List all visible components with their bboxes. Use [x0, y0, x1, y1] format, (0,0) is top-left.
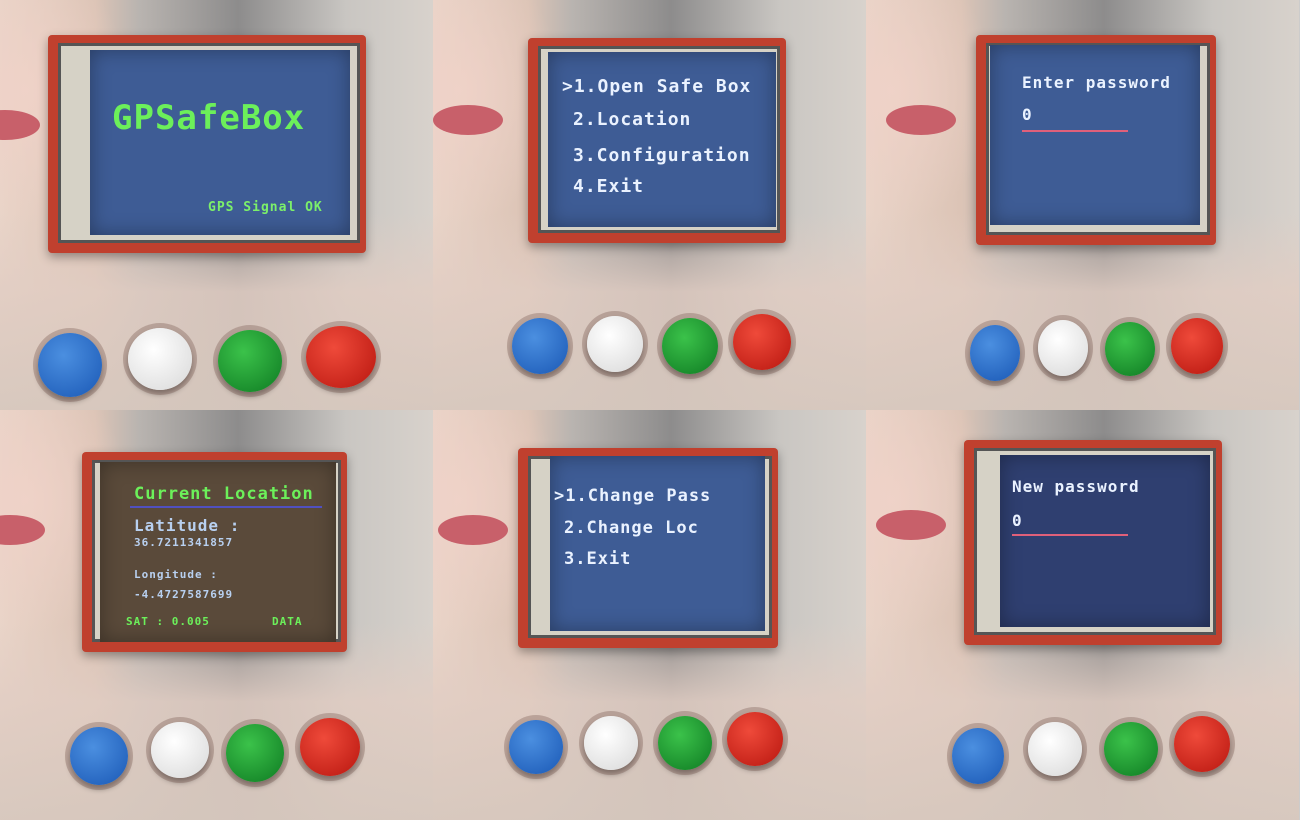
red-button[interactable] — [727, 712, 783, 766]
data-indicator: DATA — [272, 615, 303, 628]
lcd-screen: >1.Change Pass 2.Change Loc 3.Exit — [550, 456, 765, 631]
menu-item-location[interactable]: 2.Location — [573, 109, 691, 130]
photo-panel-config-menu: >1.Change Pass 2.Change Loc 3.Exit — [433, 410, 866, 820]
photo-panel-splash: GPSafeBox GPS Signal OK — [0, 0, 433, 410]
blue-button[interactable] — [38, 333, 102, 397]
green-button[interactable] — [1104, 722, 1158, 776]
white-button[interactable] — [587, 316, 643, 372]
photo-panel-main-menu: >1.Open Safe Box 2.Location 3.Configurat… — [433, 0, 866, 410]
red-button[interactable] — [1174, 716, 1230, 772]
photo-panel-current-location: Current Location Latitude : 36.721134185… — [0, 410, 433, 820]
password-input[interactable]: 0 — [1022, 105, 1033, 124]
menu-item-change-loc[interactable]: 2.Change Loc — [564, 518, 699, 538]
longitude-label: Longitude : — [134, 568, 218, 581]
menu-item-open-safe-box[interactable]: >1.Open Safe Box — [562, 76, 751, 97]
latitude-label: Latitude : — [134, 516, 241, 535]
latitude-value: 36.7211341857 — [134, 536, 234, 549]
menu-item-change-pass[interactable]: >1.Change Pass — [554, 486, 711, 506]
photo-panel-enter-password: Enter password 0 — [866, 0, 1299, 410]
green-button[interactable] — [658, 716, 712, 770]
white-button[interactable] — [1028, 722, 1082, 776]
white-button[interactable] — [151, 722, 209, 778]
lcd-screen: New password 0 — [1000, 455, 1210, 627]
blue-button[interactable] — [509, 720, 563, 774]
lcd-screen: Current Location Latitude : 36.721134185… — [100, 462, 336, 642]
white-button[interactable] — [584, 716, 638, 770]
green-button[interactable] — [218, 330, 282, 392]
lips — [0, 515, 45, 545]
blue-button[interactable] — [512, 318, 568, 374]
lips — [876, 510, 946, 540]
lcd-screen: Enter password 0 — [990, 45, 1200, 225]
red-button[interactable] — [733, 314, 791, 370]
lips — [438, 515, 508, 545]
photo-panel-new-password: New password 0 — [866, 410, 1299, 820]
longitude-value: -4.4727587699 — [134, 588, 234, 601]
lips — [433, 105, 503, 135]
lcd-screen: >1.Open Safe Box 2.Location 3.Configurat… — [548, 52, 776, 227]
input-underline — [1022, 130, 1128, 132]
new-password-prompt: New password — [1012, 477, 1140, 496]
blue-button[interactable] — [970, 325, 1020, 381]
new-password-input[interactable]: 0 — [1012, 511, 1023, 530]
lips — [0, 110, 40, 140]
blue-button[interactable] — [952, 728, 1004, 784]
menu-item-exit[interactable]: 4.Exit — [573, 176, 644, 197]
splash-title: GPSafeBox — [112, 98, 306, 138]
menu-item-configuration[interactable]: 3.Configuration — [573, 145, 751, 166]
satellite-readout: SAT : 0.005 — [126, 615, 210, 628]
menu-item-exit[interactable]: 3.Exit — [564, 549, 631, 569]
red-button[interactable] — [300, 718, 360, 776]
red-button[interactable] — [1171, 318, 1223, 374]
white-button[interactable] — [128, 328, 192, 390]
location-title: Current Location — [134, 484, 314, 504]
white-button[interactable] — [1038, 320, 1088, 376]
blue-button[interactable] — [70, 727, 128, 785]
green-button[interactable] — [226, 724, 284, 782]
lips — [886, 105, 956, 135]
password-prompt: Enter password — [1022, 73, 1171, 92]
input-underline — [1012, 534, 1128, 536]
gps-status: GPS Signal OK — [208, 200, 323, 215]
lcd-screen: GPSafeBox GPS Signal OK — [90, 50, 350, 235]
green-button[interactable] — [662, 318, 718, 374]
red-button[interactable] — [306, 326, 376, 388]
green-button[interactable] — [1105, 322, 1155, 376]
title-divider — [130, 506, 322, 508]
